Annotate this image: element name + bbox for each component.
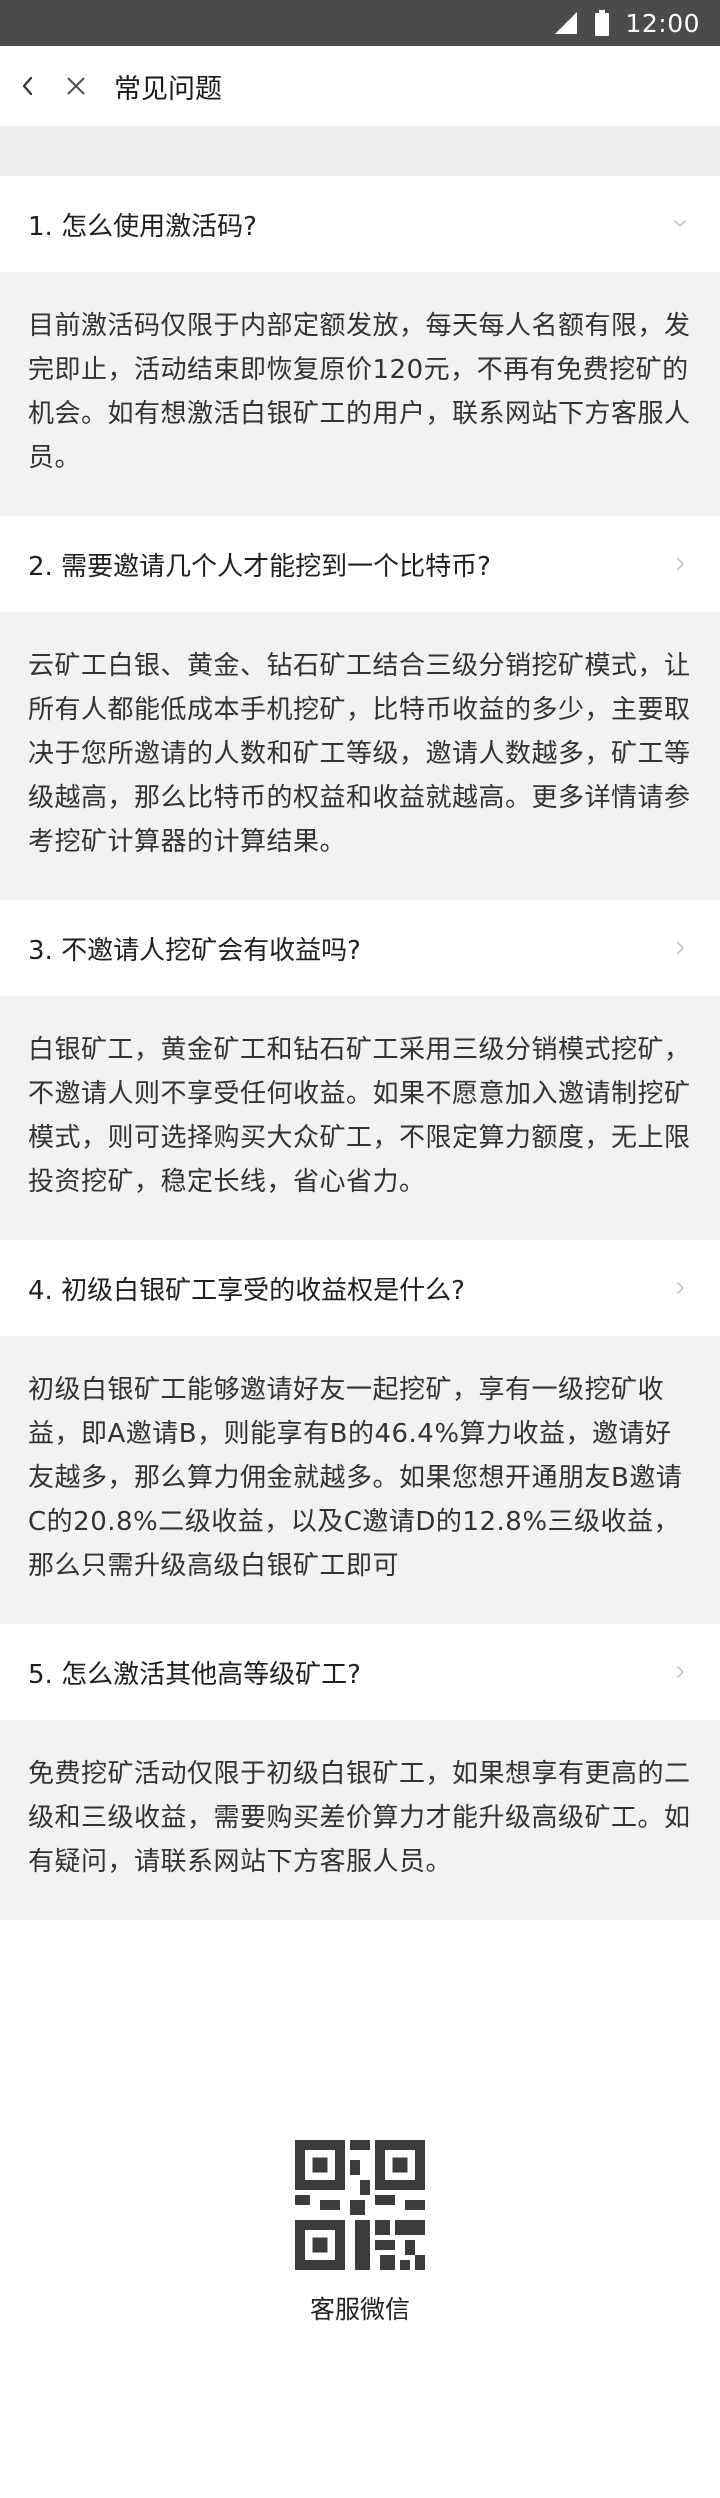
- faq-item: 3. 不邀请人挖矿会有收益吗? 白银矿工，黄金矿工和钻石矿工采用三级分销模式挖矿…: [0, 900, 720, 1240]
- chevron-right-icon: [677, 1666, 684, 1678]
- faq-item: 5. 怎么激活其他高等级矿工? 免费挖矿活动仅限于初级白银矿工，如果想享有更高的…: [0, 1624, 720, 1920]
- faq-item: 2. 需要邀请几个人才能挖到一个比特币? 云矿工白银、黄金、钻石矿工结合三级分销…: [0, 516, 720, 900]
- faq-question-row[interactable]: 2. 需要邀请几个人才能挖到一个比特币?: [0, 516, 720, 612]
- top-spacer: [0, 126, 720, 176]
- faq-item: 4. 初级白银矿工享受的收益权是什么? 初级白银矿工能够邀请好友一起挖矿，享有一…: [0, 1240, 720, 1624]
- faq-answer: 目前激活码仅限于内部定额发放，每天每人名额有限，发完即止，活动结束即恢复原价12…: [0, 272, 720, 516]
- chevron-right-icon: [677, 1282, 684, 1294]
- status-time: 12:00: [625, 8, 700, 38]
- faq-question-row[interactable]: 3. 不邀请人挖矿会有收益吗?: [0, 900, 720, 996]
- qr-block: 客服微信: [0, 2140, 720, 2326]
- status-bar: 12:00: [0, 0, 720, 46]
- faq-question: 3. 不邀请人挖矿会有收益吗?: [28, 935, 361, 966]
- back-button[interactable]: [8, 66, 48, 106]
- faq-question: 4. 初级白银矿工享受的收益权是什么?: [28, 1275, 465, 1306]
- status-bar-right: 12:00: [555, 0, 700, 46]
- faq-list: 1. 怎么使用激活码? 目前激活码仅限于内部定额发放，每天每人名额有限，发完即止…: [0, 176, 720, 1920]
- faq-question-row[interactable]: 1. 怎么使用激活码?: [0, 176, 720, 272]
- faq-answer: 免费挖矿活动仅限于初级白银矿工，如果想享有更高的二级和三级收益，需要购买差价算力…: [0, 1720, 720, 1920]
- faq-answer: 初级白银矿工能够邀请好友一起挖矿，享有一级挖矿收益，即A邀请B，则能享有B的46…: [0, 1336, 720, 1624]
- faq-question: 5. 怎么激活其他高等级矿工?: [28, 1659, 361, 1690]
- close-icon: [67, 77, 85, 95]
- chevron-down-icon: [674, 220, 686, 227]
- faq-answer: 白银矿工，黄金矿工和钻石矿工采用三级分销模式挖矿，不邀请人则不享受任何收益。如果…: [0, 996, 720, 1240]
- close-button[interactable]: [56, 66, 96, 106]
- nav-bar: 常见问题: [0, 46, 720, 126]
- faq-answer: 云矿工白银、黄金、钻石矿工结合三级分销挖矿模式，让所有人都能低成本手机挖矿，比特…: [0, 612, 720, 900]
- qr-code-icon: [295, 2140, 425, 2270]
- faq-question-row[interactable]: 4. 初级白银矿工享受的收益权是什么?: [0, 1240, 720, 1336]
- qr-caption: 客服微信: [309, 2295, 410, 2324]
- faq-question: 2. 需要邀请几个人才能挖到一个比特币?: [28, 551, 491, 582]
- faq-item: 1. 怎么使用激活码? 目前激活码仅限于内部定额发放，每天每人名额有限，发完即止…: [0, 176, 720, 516]
- back-chevron-icon: [22, 76, 33, 96]
- page-title: 常见问题: [114, 73, 222, 105]
- battery-icon: [595, 10, 610, 36]
- chevron-right-icon: [677, 942, 684, 954]
- faq-question-row[interactable]: 5. 怎么激活其他高等级矿工?: [0, 1624, 720, 1720]
- faq-question: 1. 怎么使用激活码?: [28, 211, 257, 242]
- chevron-right-icon: [677, 558, 684, 570]
- signal-icon: [555, 12, 578, 34]
